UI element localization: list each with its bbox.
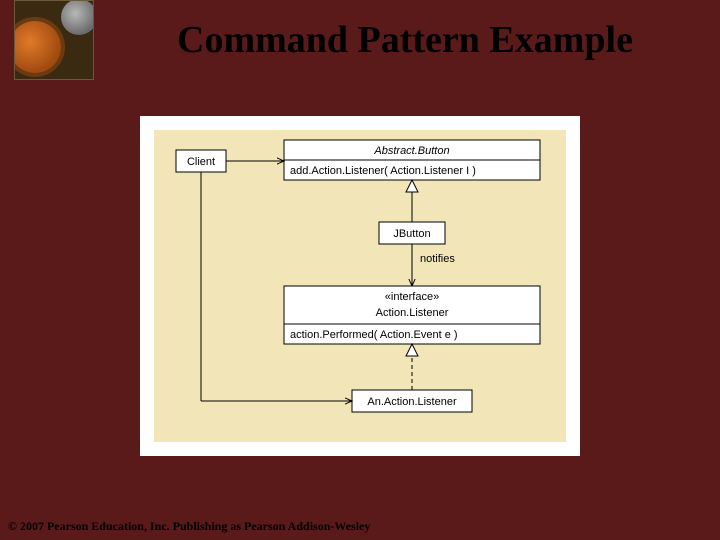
action-listener-method: action.Performed( Action.Event e )	[290, 329, 458, 341]
action-listener-box: «interface» Action.Listener action.Perfo…	[284, 286, 540, 344]
jbutton-label: JButton	[393, 228, 430, 240]
gen-jbutton-abstractbutton-arrow	[406, 180, 418, 192]
gear-icon	[61, 0, 94, 35]
copyright: © 2007 Pearson Education, Inc. Publishin…	[8, 519, 370, 534]
abstract-button-name: Abstract.Button	[373, 145, 449, 157]
action-listener-stereotype: «interface»	[385, 291, 439, 303]
diagram-svg: Client Abstract.Button add.Action.Listen…	[154, 130, 566, 442]
action-listener-name: Action.Listener	[376, 307, 449, 319]
abstract-button-box: Abstract.Button add.Action.Listener( Act…	[284, 140, 540, 180]
abstract-button-method: add.Action.Listener( Action.Listener I )	[290, 165, 476, 177]
an-action-listener-label: An.Action.Listener	[367, 396, 457, 408]
slide-title: Command Pattern Example	[110, 18, 700, 62]
slide: Command Pattern Example Client Abstract.…	[0, 0, 720, 540]
client-label: Client	[187, 156, 215, 168]
diagram-container: Client Abstract.Button add.Action.Listen…	[140, 116, 580, 456]
notifies-label: notifies	[420, 253, 455, 265]
gear-icon	[14, 21, 61, 73]
logo	[14, 0, 94, 80]
uml-diagram: Client Abstract.Button add.Action.Listen…	[154, 130, 566, 442]
realization-arrow	[406, 344, 418, 356]
